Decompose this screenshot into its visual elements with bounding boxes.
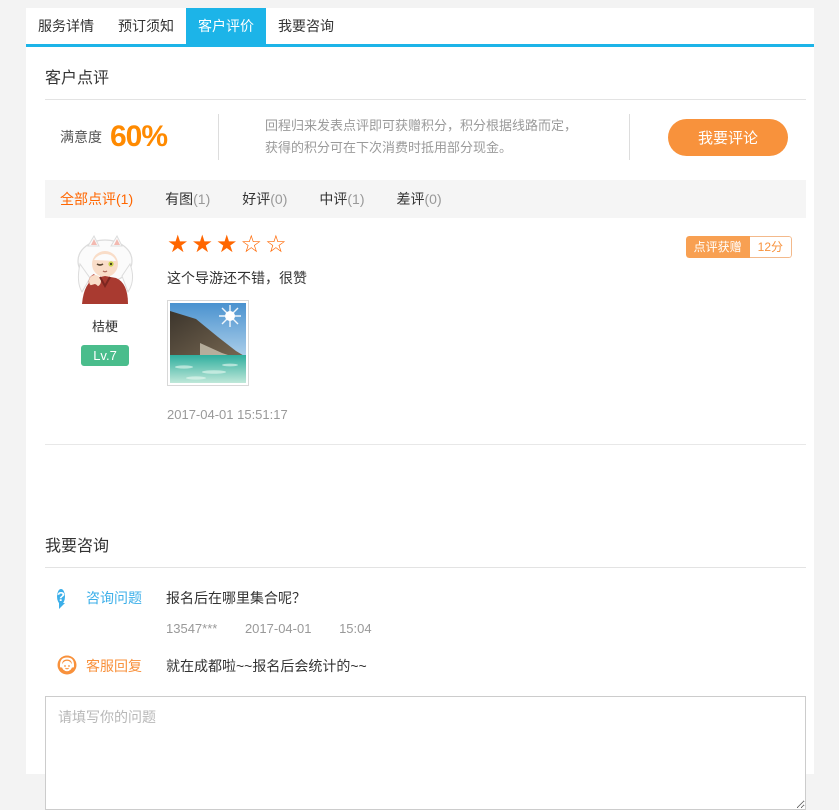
filter-label: 好评 (242, 191, 271, 207)
review-text: 这个导游还不错，很赞 (167, 270, 307, 286)
filter-count: (1) (116, 191, 134, 207)
user-level-badge: Lv.7 (81, 345, 129, 366)
filter-count: (1) (193, 191, 211, 207)
main-panel: 服务详情 预订须知 客户评价 我要咨询 客户点评 满意度 60% 回程归来发表点… (26, 8, 814, 810)
customer-service-icon (57, 655, 77, 675)
filter-label: 中评 (319, 191, 348, 207)
filter-count: (1) (347, 191, 365, 207)
stars-empty: ☆☆ (240, 231, 290, 258)
stars-filled: ★★★ (167, 231, 241, 258)
filter-neutral[interactable]: 中评(1) (319, 189, 364, 209)
question-row: ? 咨询问题 报名后在哪里集合呢？ (45, 587, 806, 608)
filter-with-photos[interactable]: 有图(1) (165, 189, 210, 209)
filter-count: (0) (424, 191, 442, 207)
filter-positive[interactable]: 好评(0) (242, 189, 287, 209)
review-timestamp: 2017-04-01 15:51:17 (167, 407, 288, 422)
reply-row: 客服回复 就在成都啦~~报名后会统计的~~ (45, 655, 806, 676)
review-photo-thumbnail[interactable] (167, 300, 249, 386)
points-badge-label: 点评获赠 (685, 236, 750, 258)
tab-service-details[interactable]: 服务详情 (26, 8, 106, 44)
satisfaction-label: 满意度 (60, 129, 102, 145)
question-time: 15:04 (339, 621, 372, 636)
reply-text: 就在成都啦~~报名后会统计的~~ (166, 658, 367, 674)
tab-ask-question[interactable]: 我要咨询 (266, 8, 346, 44)
tab-booking-notes[interactable]: 预订须知 (106, 8, 186, 44)
points-badge-value: 12分 (749, 236, 792, 258)
vertical-divider (629, 114, 630, 160)
question-meta: 13547*** 2017-04-01 15:04 (166, 621, 806, 636)
review-body: ★★★☆☆ 点评获赠 12分 这个导游还不错，很赞 2017-04-01 15:… (155, 230, 806, 422)
avatar[interactable] (70, 234, 140, 304)
filter-label: 差评 (396, 191, 425, 207)
promo-line-2: 获得的积分可在下次消费时抵用部分现金。 (265, 140, 513, 155)
review-item: 桔梗 Lv.7 ★★★☆☆ 点评获赠 12分 这个导游还不错，很赞 2017-0… (45, 218, 806, 445)
filter-label: 有图 (165, 191, 194, 207)
review-filter-bar: 全部点评(1) 有图(1) 好评(0) 中评(1) 差评(0) (45, 180, 806, 218)
filter-label: 全部点评 (60, 191, 116, 207)
vertical-divider (218, 114, 219, 160)
satisfaction-block: 满意度 60% (45, 120, 218, 154)
satisfaction-value: 60% (110, 120, 168, 153)
review-points-badge: 点评获赠 12分 (685, 236, 792, 258)
question-bubble-icon: ? (57, 589, 65, 604)
question-user: 13547*** (166, 621, 218, 636)
question-input[interactable] (45, 696, 806, 810)
promo-line-1: 回程归来发表点评即可获赠积分，积分根据线路而定， (265, 118, 578, 133)
question-text: 报名后在哪里集合呢？ (166, 590, 306, 606)
tab-customer-reviews[interactable]: 客户评价 (186, 8, 266, 44)
question-label: 咨询问题 (86, 590, 142, 606)
question-date: 2017-04-01 (244, 621, 312, 636)
reviews-section-title: 客户点评 (45, 47, 806, 100)
reply-label: 客服回复 (86, 658, 142, 674)
tab-bar: 服务详情 预订须知 客户评价 我要咨询 (26, 8, 814, 47)
filter-all-reviews[interactable]: 全部点评(1) (60, 189, 133, 209)
filter-count: (0) (270, 191, 288, 207)
points-promo-text: 回程归来发表点评即可获赠积分，积分根据线路而定， 获得的积分可在下次消费时抵用部… (265, 115, 605, 159)
satisfaction-row: 满意度 60% 回程归来发表点评即可获赠积分，积分根据线路而定， 获得的积分可在… (45, 100, 806, 174)
filter-negative[interactable]: 差评(0) (397, 189, 442, 209)
reviewer-name: 桔梗 (91, 319, 118, 334)
consult-section-title: 我要咨询 (45, 515, 806, 568)
write-review-button[interactable]: 我要评论 (668, 118, 788, 156)
reviewer-column: 桔梗 Lv.7 (55, 230, 155, 422)
